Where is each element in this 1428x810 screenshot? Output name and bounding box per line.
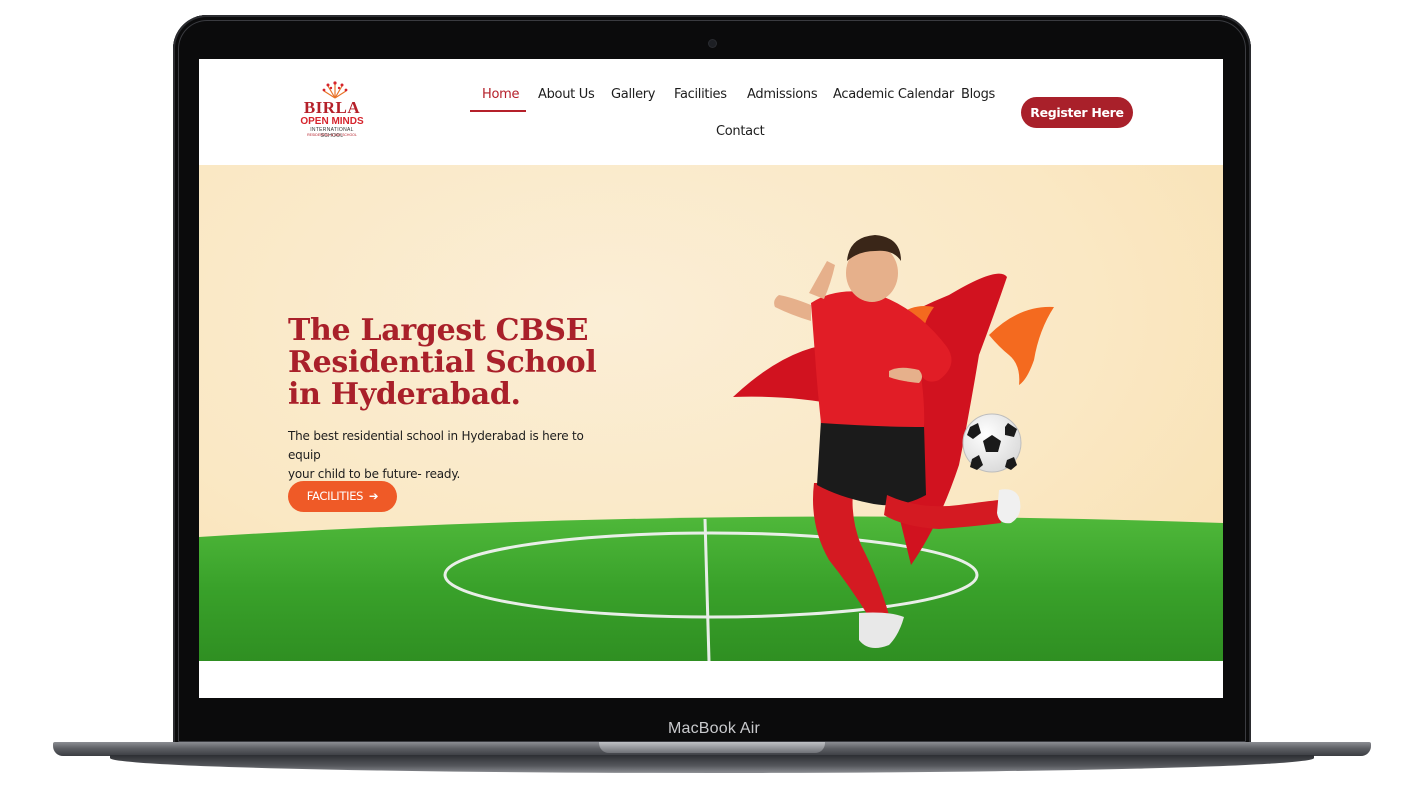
hero-subtitle-line: The best residential school in Hyderabad… — [288, 429, 584, 462]
hero-banner: The Largest CBSE Residential School in H… — [199, 165, 1223, 661]
nav-admissions[interactable]: Admissions — [747, 87, 818, 102]
hero-subtitle: The best residential school in Hyderabad… — [288, 427, 618, 484]
site-header: BIRLA OPEN MINDS INTERNATIONAL SCHOOL RE… — [199, 59, 1223, 165]
school-logo[interactable]: BIRLA OPEN MINDS INTERNATIONAL SCHOOL RE… — [299, 81, 371, 141]
device-model-label: MacBook Air — [667, 720, 760, 737]
logo-text-open-minds: OPEN MINDS — [300, 116, 364, 127]
arrow-right-icon: ➔ — [365, 489, 379, 503]
logo-text-birla: BIRLA — [303, 98, 361, 117]
nav-home[interactable]: Home — [482, 87, 520, 102]
facilities-button[interactable]: FACILITIES ➔ — [288, 481, 397, 512]
laptop-hinge-notch — [599, 742, 825, 753]
nav-about-us[interactable]: About Us — [538, 87, 595, 102]
nav-contact[interactable]: Contact — [716, 124, 765, 139]
hero-title-line: The Largest CBSE — [288, 313, 589, 348]
hero-title-line: Residential School — [288, 345, 597, 380]
nav-active-indicator — [470, 110, 526, 112]
hero-title: The Largest CBSE Residential School in H… — [288, 315, 628, 411]
hero-title-line: in Hyderabad. — [288, 377, 521, 412]
logo-burst-icon — [322, 81, 348, 99]
logo-text-tagline: RESIDENTIAL & DAY SCHOOL — [307, 133, 357, 137]
browser-screen: BIRLA OPEN MINDS INTERNATIONAL SCHOOL RE… — [199, 59, 1223, 698]
grass-field — [199, 516, 1223, 661]
facilities-button-label: FACILITIES — [306, 489, 364, 503]
laptop-base-foot — [110, 755, 1314, 773]
nav-gallery[interactable]: Gallery — [611, 87, 656, 102]
camera-icon — [709, 40, 716, 47]
nav-blogs[interactable]: Blogs — [961, 87, 995, 102]
nav-facilities[interactable]: Facilities — [674, 87, 727, 102]
hero-illustration — [199, 235, 1223, 661]
nav-academic-calendar[interactable]: Academic Calendar — [833, 87, 954, 102]
register-button[interactable]: Register Here — [1021, 97, 1133, 128]
